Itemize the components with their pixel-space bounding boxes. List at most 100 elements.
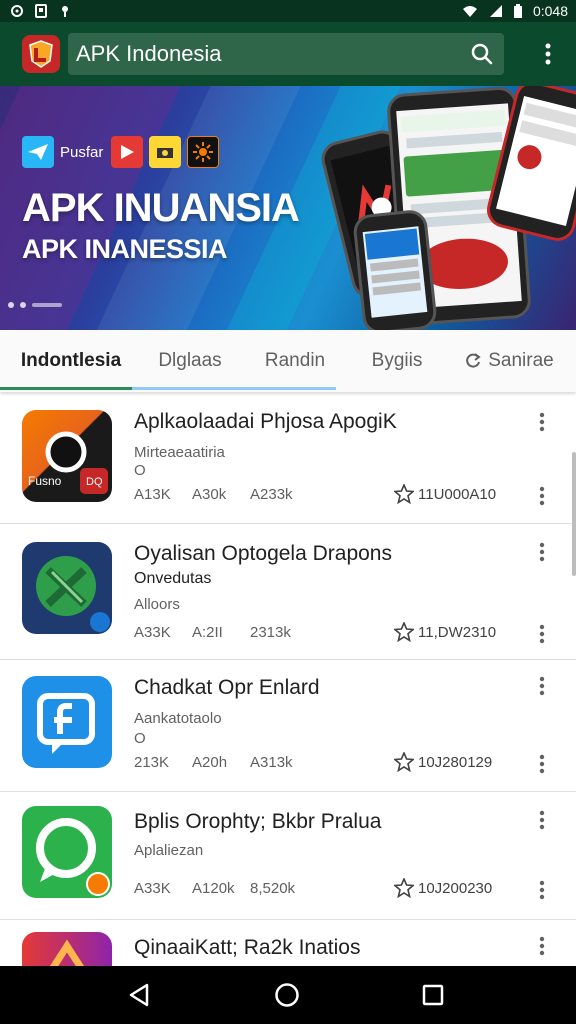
stat-value: 213K [134, 754, 170, 771]
app-icon-facebook [22, 676, 112, 768]
tab-label: Dlglaas [158, 350, 222, 371]
item-menu-button[interactable] [532, 674, 552, 698]
item-menu-button[interactable] [532, 934, 552, 958]
more-vert-icon [539, 412, 545, 432]
app-stats: A13K A30k A233k [134, 486, 293, 503]
phone-mockup-small [351, 208, 439, 330]
item-action-button[interactable] [532, 622, 552, 646]
tab-label: Sanirae [488, 350, 554, 371]
item-menu-button[interactable] [532, 410, 552, 434]
stat-value: A13K [134, 486, 171, 503]
search-box[interactable] [68, 33, 504, 75]
back-icon [129, 983, 149, 1007]
app-title: Bplis Orophty; Bkbr Pralua [134, 810, 382, 833]
list-item[interactable]: Fusno DQ Aplkaolaadai Phjosa ApogiK Mirt… [0, 392, 576, 524]
carousel-dot [8, 302, 14, 308]
app-title: Aplkaolaadai Phjosa ApogiK [134, 410, 397, 433]
app-title: Chadkat Opr Enlard [134, 676, 320, 699]
tab-dlglaas[interactable]: Dlglaas [142, 330, 238, 392]
app-developer: Onvedutas [134, 570, 212, 587]
list-item[interactable]: Chadkat Opr Enlard Aankatotaolo O 213K A… [0, 660, 576, 792]
banner-badge-label: Pusfar [60, 143, 104, 161]
scrollbar-thumb[interactable] [572, 452, 576, 576]
stat-value: A233k [250, 486, 293, 503]
tab-sanirae[interactable]: Sanirae [442, 330, 576, 392]
star-icon [394, 622, 414, 642]
rating-value: 11U000A10 [418, 485, 497, 503]
app-stats: A33K A:2II 2313k [134, 624, 291, 641]
app-developer: Aankatotaolo [134, 710, 222, 727]
app-subtitle: O [134, 462, 146, 479]
app-subtitle: O [134, 730, 146, 747]
tab-indonesia[interactable]: Indontlesia [0, 330, 142, 392]
app-subtitle: Alloors [134, 596, 180, 613]
recents-button[interactable] [418, 980, 448, 1010]
more-vert-icon [539, 754, 545, 774]
save-icon [35, 4, 47, 18]
stat-value: A:2II [192, 624, 223, 641]
promo-banner[interactable]: Pusfar APK INUANSIA APK INANESSIA [0, 86, 576, 330]
camera-app-icon [149, 136, 182, 168]
banner-title: APK INUANSIA [22, 186, 300, 230]
list-item[interactable]: QinaaiKatt; Ra2k Inatios [0, 920, 576, 966]
stat-value: A33K [134, 880, 171, 897]
app-icon-badge: DQ [86, 476, 103, 488]
notification-icon [62, 6, 68, 17]
overflow-menu-button[interactable] [534, 34, 562, 74]
more-vert-icon [539, 810, 545, 830]
sun-app-icon [187, 136, 220, 168]
star-icon [394, 878, 414, 898]
tab-label: Bygiis [371, 350, 423, 371]
more-vert-icon [539, 676, 545, 696]
more-vert-icon [539, 880, 545, 900]
home-button[interactable] [272, 980, 302, 1010]
app-toolbar [0, 22, 576, 86]
carousel-indicator [8, 302, 62, 308]
refresh-icon [466, 353, 481, 368]
app-logo[interactable] [22, 35, 60, 73]
tab-label: Randin [264, 350, 326, 371]
paper-plane-icon [22, 136, 54, 168]
status-bar: 0:048 [0, 0, 576, 22]
tab-randin[interactable]: Randin [238, 330, 352, 392]
app-rating: 10J280129 [394, 752, 492, 772]
item-action-button[interactable] [532, 878, 552, 902]
more-vert-icon [539, 542, 545, 562]
app-stats: 213K A20h A313k [134, 754, 293, 771]
app-title: QinaaiKatt; Ra2k Inatios [134, 936, 361, 959]
item-action-button[interactable] [532, 752, 552, 776]
app-developer: Mirteaeaatiria [134, 444, 225, 461]
battery-icon [513, 4, 522, 18]
back-button[interactable] [124, 980, 154, 1010]
app-rating: 11U000A10 [394, 484, 496, 504]
stat-value: A30k [192, 486, 227, 503]
list-item[interactable]: Oyalisan Optogela Drapons Onvedutas Allo… [0, 524, 576, 660]
app-rating: 11,DW2310 [394, 622, 496, 642]
status-left-icons [10, 4, 72, 18]
rating-value: 11,DW2310 [418, 623, 497, 641]
star-icon [394, 752, 414, 772]
app-icon-camera: Fusno DQ [22, 410, 112, 502]
search-input[interactable] [76, 41, 470, 67]
tab-active-indicator [0, 387, 132, 390]
search-icon[interactable] [470, 42, 494, 66]
system-nav-bar [0, 966, 576, 1024]
star-icon [394, 484, 414, 504]
app-title: Oyalisan Optogela Drapons [134, 542, 392, 565]
list-item[interactable]: Bplis Orophty; Bkbr Pralua Aplaliezan A3… [0, 792, 576, 920]
play-store-icon [111, 136, 144, 168]
item-action-button[interactable] [532, 484, 552, 508]
stat-value: 8,520k [250, 880, 296, 897]
item-menu-button[interactable] [532, 540, 552, 564]
stat-value: A20h [192, 754, 228, 771]
item-menu-button[interactable] [532, 808, 552, 832]
tab-scroll-indicator [132, 387, 336, 390]
banner-subtitle: APK INANESSIA [22, 234, 228, 264]
home-icon [275, 983, 299, 1007]
carousel-dot [20, 302, 26, 308]
carousel-dot-active [32, 303, 62, 307]
stat-value: A120k [192, 880, 235, 897]
stat-value: 2313k [250, 624, 291, 641]
tab-bygiis[interactable]: Bygiis [352, 330, 442, 392]
app-icon-chat [22, 806, 112, 898]
